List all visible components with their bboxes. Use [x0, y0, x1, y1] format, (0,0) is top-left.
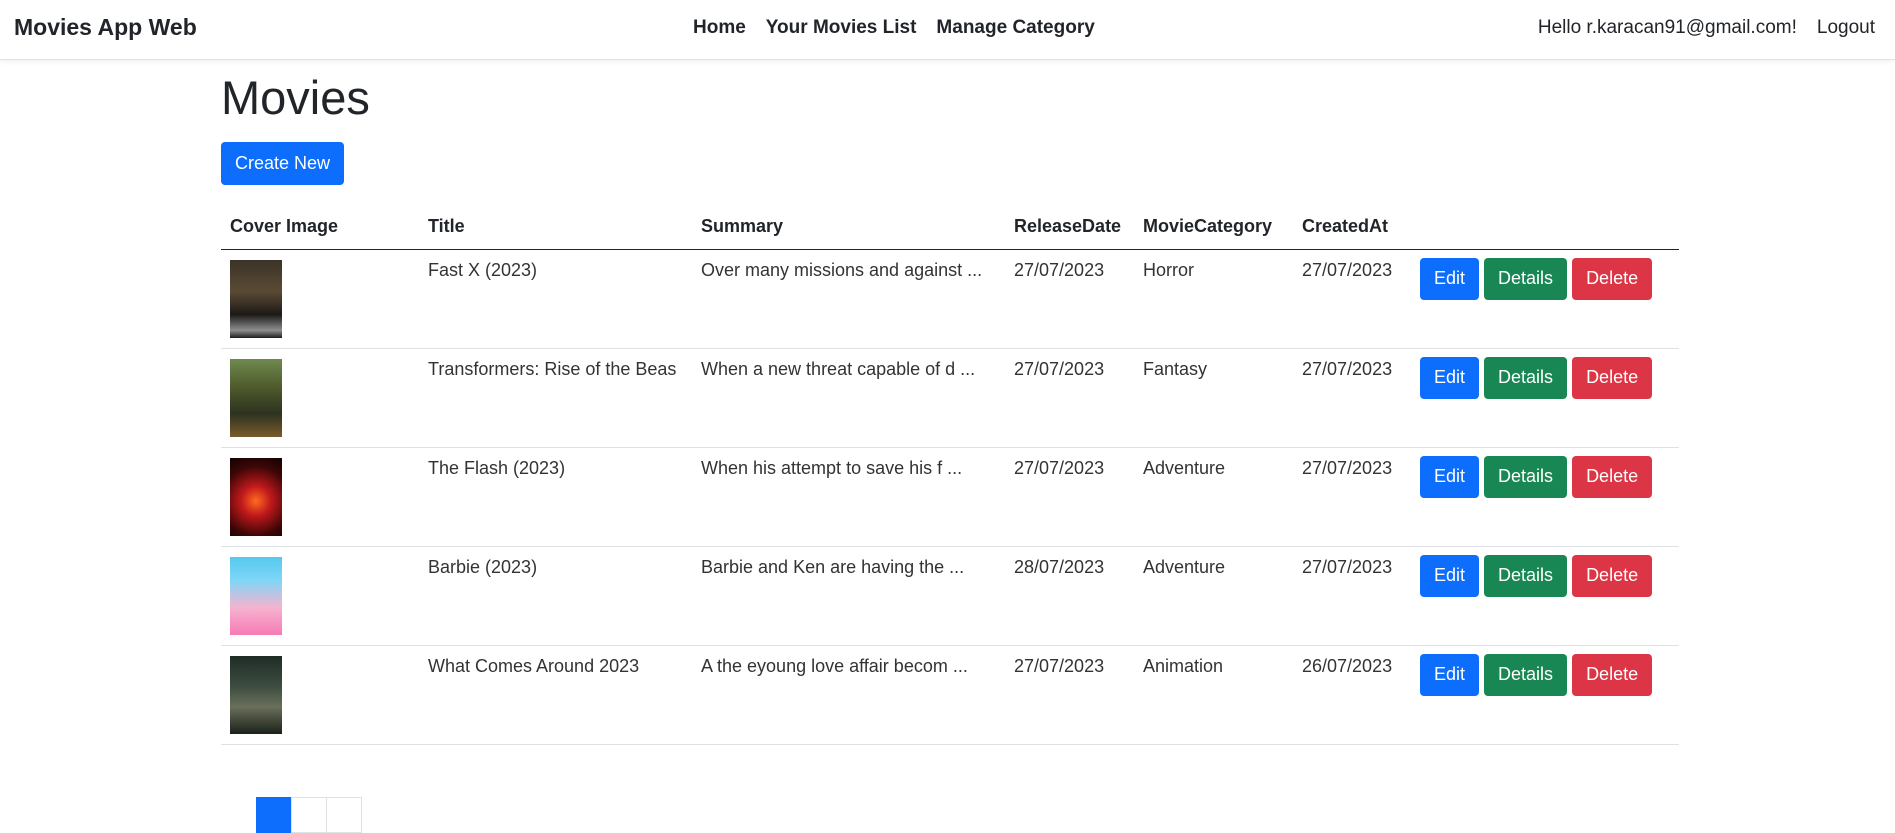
- table-row: Fast X (2023) Over many missions and aga…: [221, 249, 1679, 349]
- row-actions: Edit Details Delete: [1420, 653, 1670, 696]
- actions-cell: Edit Details Delete: [1411, 249, 1679, 349]
- category-cell: Adventure: [1134, 546, 1293, 646]
- create-new-button[interactable]: Create New: [221, 142, 345, 185]
- release-date-cell: 27/07/2023: [1005, 447, 1134, 547]
- row-actions: Edit Details Delete: [1420, 257, 1670, 300]
- header-actions: [1411, 205, 1679, 250]
- pagination: [256, 797, 362, 833]
- movies-table: Cover Image Title Summary ReleaseDate Mo…: [221, 205, 1679, 745]
- cover-image: [230, 457, 282, 536]
- header-title: Title: [419, 205, 692, 250]
- brand-link[interactable]: Movies App Web: [14, 14, 197, 41]
- created-at-cell: 26/07/2023: [1293, 645, 1411, 745]
- logout-link[interactable]: Logout: [1817, 17, 1875, 39]
- header-movie-category: MovieCategory: [1134, 205, 1293, 250]
- category-cell: Animation: [1134, 645, 1293, 745]
- details-button[interactable]: Details: [1484, 356, 1568, 399]
- delete-button[interactable]: Delete: [1572, 455, 1653, 498]
- summary-cell: A the eyoung love affair becom ...: [692, 645, 1005, 745]
- cover-image: [230, 655, 282, 734]
- table-row: The Flash (2023) When his attempt to sav…: [221, 447, 1679, 547]
- cover-cell: [221, 249, 419, 349]
- actions-cell: Edit Details Delete: [1411, 348, 1679, 448]
- page-3[interactable]: [326, 797, 362, 833]
- delete-button[interactable]: Delete: [1572, 653, 1653, 696]
- release-date-cell: 28/07/2023: [1005, 546, 1134, 646]
- created-at-cell: 27/07/2023: [1293, 447, 1411, 547]
- cover-image: [230, 259, 282, 338]
- table-header-row: Cover Image Title Summary ReleaseDate Mo…: [221, 205, 1679, 250]
- nav-your-movies-list[interactable]: Your Movies List: [766, 17, 917, 39]
- nav-manage-category[interactable]: Manage Category: [936, 17, 1094, 39]
- summary-cell: When his attempt to save his f ...: [692, 447, 1005, 547]
- edit-button[interactable]: Edit: [1420, 653, 1480, 696]
- cover-cell: [221, 645, 419, 745]
- cover-cell: [221, 546, 419, 646]
- main-nav: Home Your Movies List Manage Category: [693, 17, 1095, 39]
- summary-cell: When a new threat capable of d ...: [692, 348, 1005, 448]
- user-greeting[interactable]: Hello r.karacan91@gmail.com!: [1538, 17, 1797, 39]
- row-actions: Edit Details Delete: [1420, 554, 1670, 597]
- title-cell: Barbie (2023): [419, 546, 692, 646]
- title-cell: What Comes Around 2023: [419, 645, 692, 745]
- table-row: What Comes Around 2023 A the eyoung love…: [221, 645, 1679, 745]
- details-button[interactable]: Details: [1484, 257, 1568, 300]
- edit-button[interactable]: Edit: [1420, 554, 1480, 597]
- category-cell: Horror: [1134, 249, 1293, 349]
- details-button[interactable]: Details: [1484, 653, 1568, 696]
- header-created-at: CreatedAt: [1293, 205, 1411, 250]
- row-actions: Edit Details Delete: [1420, 356, 1670, 399]
- actions-cell: Edit Details Delete: [1411, 447, 1679, 547]
- delete-button[interactable]: Delete: [1572, 356, 1653, 399]
- actions-cell: Edit Details Delete: [1411, 546, 1679, 646]
- table-row: Transformers: Rise of the Beas When a ne…: [221, 348, 1679, 448]
- cover-cell: [221, 348, 419, 448]
- page-title: Movies: [221, 71, 370, 124]
- category-cell: Adventure: [1134, 447, 1293, 547]
- row-actions: Edit Details Delete: [1420, 455, 1670, 498]
- nav-home[interactable]: Home: [693, 17, 746, 39]
- header-cover-image: Cover Image: [221, 205, 419, 250]
- main-content: Movies Create New Cover Image Title Summ…: [221, 70, 1679, 833]
- cover-image: [230, 358, 282, 437]
- table-row: Barbie (2023) Barbie and Ken are having …: [221, 546, 1679, 646]
- release-date-cell: 27/07/2023: [1005, 645, 1134, 745]
- created-at-cell: 27/07/2023: [1293, 546, 1411, 646]
- page-2[interactable]: [291, 797, 327, 833]
- actions-cell: Edit Details Delete: [1411, 645, 1679, 745]
- category-cell: Fantasy: [1134, 348, 1293, 448]
- page-1[interactable]: [256, 797, 292, 833]
- cover-cell: [221, 447, 419, 547]
- header-release-date: ReleaseDate: [1005, 205, 1134, 250]
- user-nav: Hello r.karacan91@gmail.com! Logout: [1538, 17, 1875, 39]
- delete-button[interactable]: Delete: [1572, 554, 1653, 597]
- edit-button[interactable]: Edit: [1420, 455, 1480, 498]
- summary-cell: Over many missions and against ...: [692, 249, 1005, 349]
- edit-button[interactable]: Edit: [1420, 257, 1480, 300]
- cover-image: [230, 556, 282, 635]
- details-button[interactable]: Details: [1484, 554, 1568, 597]
- delete-button[interactable]: Delete: [1572, 257, 1653, 300]
- title-cell: The Flash (2023): [419, 447, 692, 547]
- details-button[interactable]: Details: [1484, 455, 1568, 498]
- navbar: Movies App Web Home Your Movies List Man…: [0, 0, 1895, 60]
- header-summary: Summary: [692, 205, 1005, 250]
- title-cell: Fast X (2023): [419, 249, 692, 349]
- created-at-cell: 27/07/2023: [1293, 348, 1411, 448]
- release-date-cell: 27/07/2023: [1005, 348, 1134, 448]
- release-date-cell: 27/07/2023: [1005, 249, 1134, 349]
- summary-cell: Barbie and Ken are having the ...: [692, 546, 1005, 646]
- created-at-cell: 27/07/2023: [1293, 249, 1411, 349]
- title-cell: Transformers: Rise of the Beas: [419, 348, 692, 448]
- edit-button[interactable]: Edit: [1420, 356, 1480, 399]
